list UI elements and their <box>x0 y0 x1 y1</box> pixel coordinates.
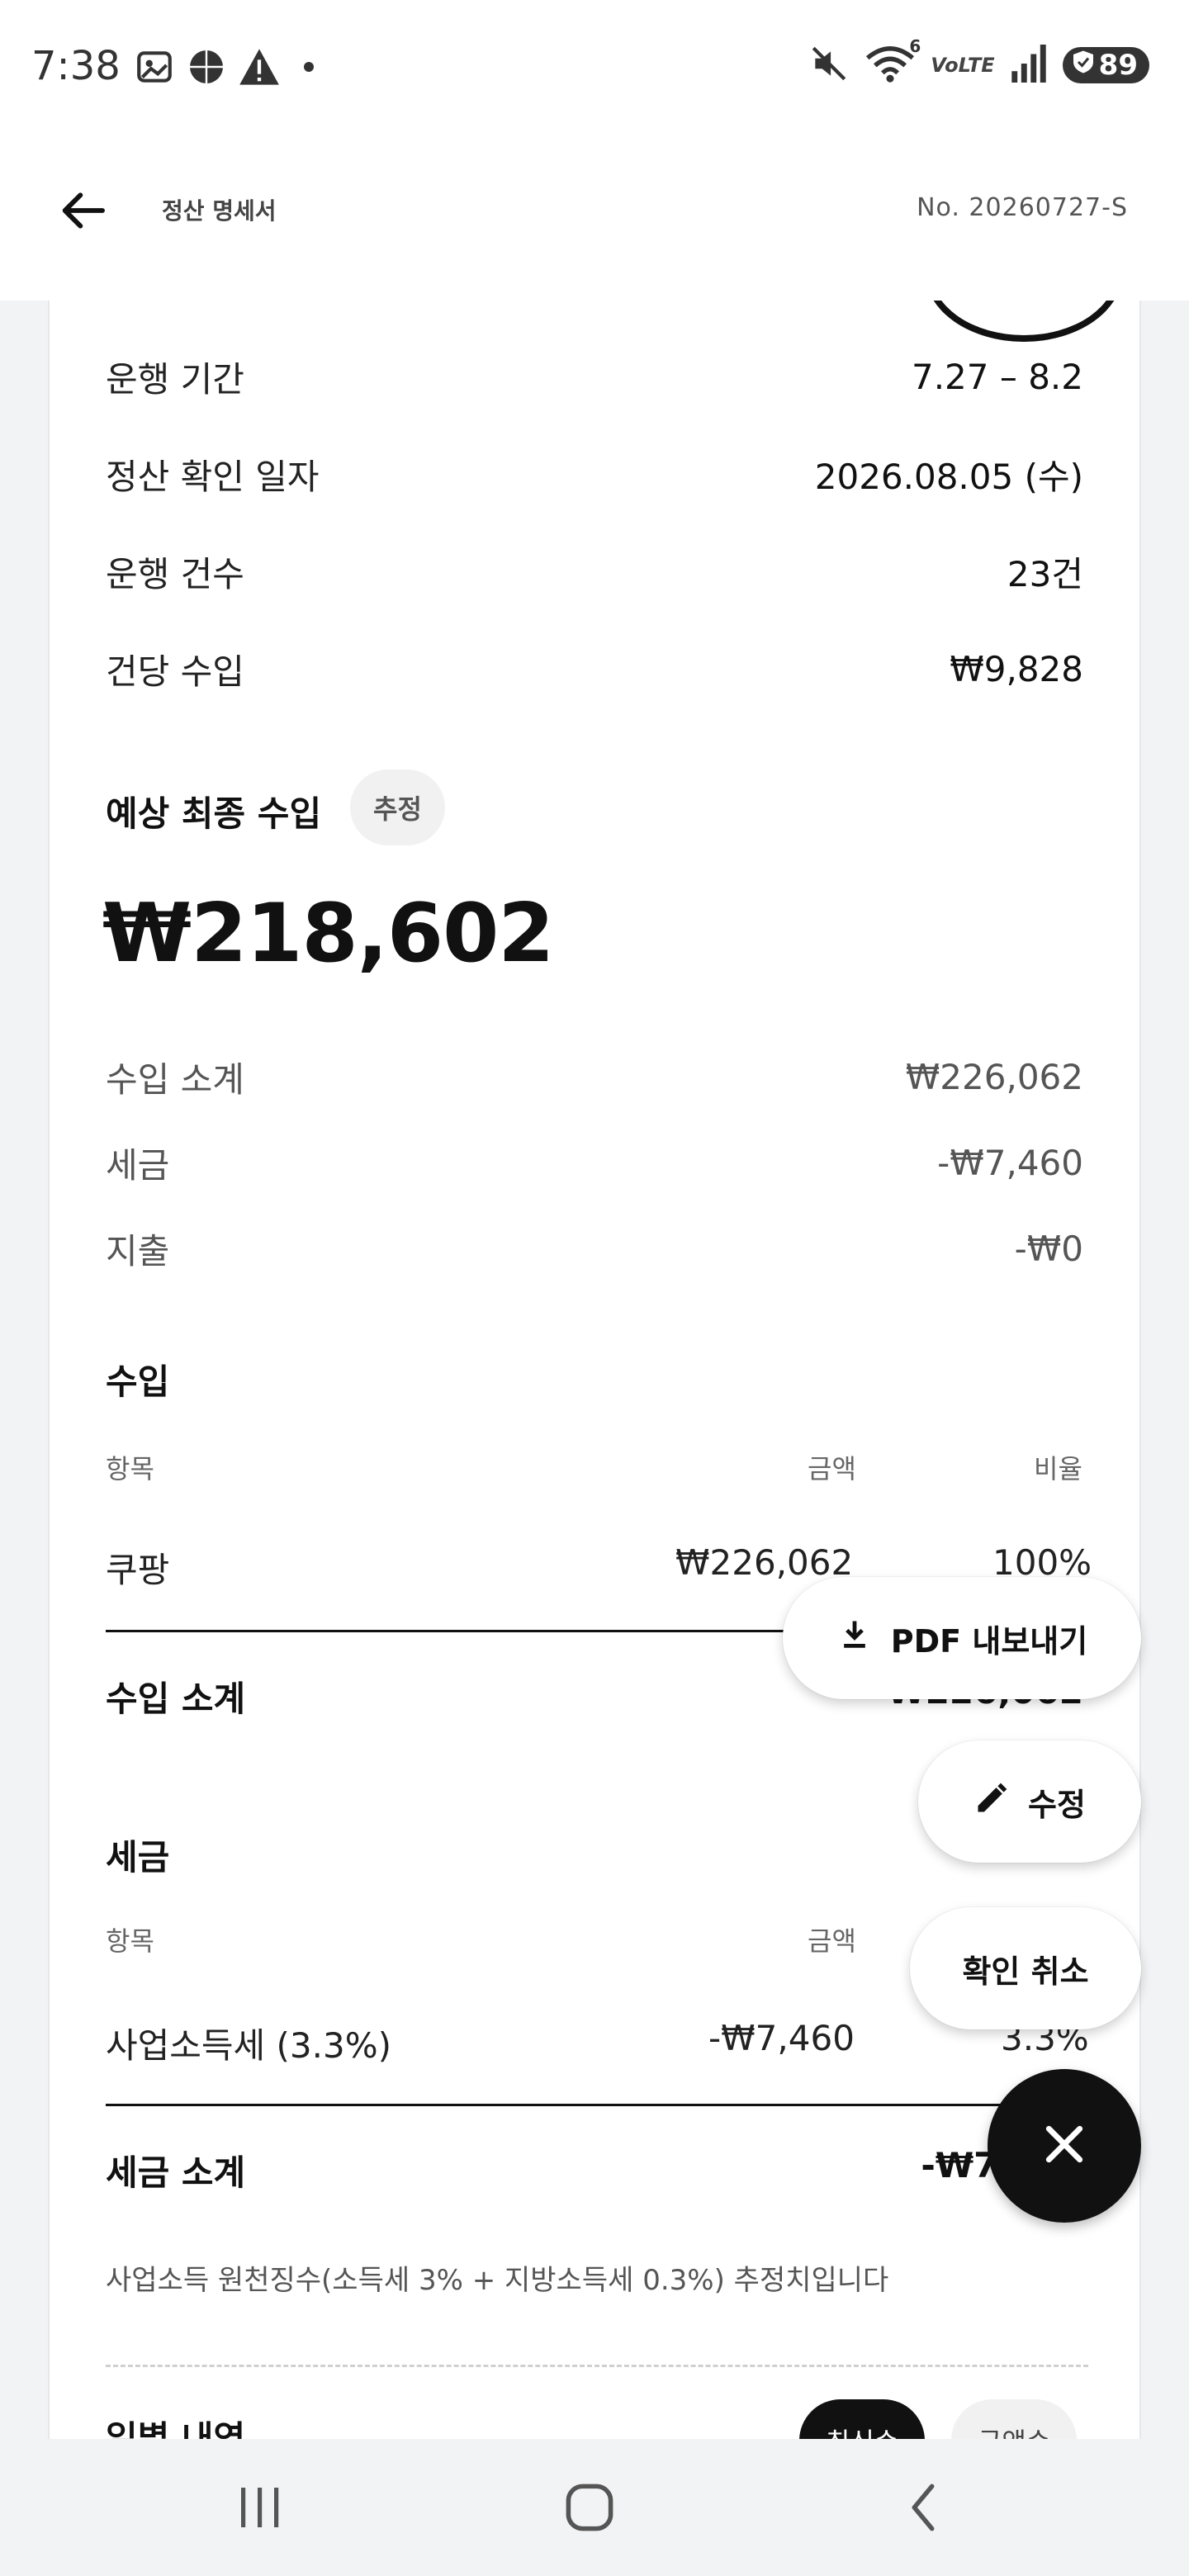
home-button[interactable] <box>557 2480 623 2538</box>
close-icon <box>1038 2118 1091 2174</box>
cancel-confirm-button[interactable]: 확인 취소 <box>910 1907 1141 2029</box>
sort-amount-chip[interactable]: 금액순 <box>951 2399 1078 2439</box>
settlement-card: 운행 기간 7.27 – 8.2 정산 확인 일자 2026.08.05 (수)… <box>48 301 1141 2439</box>
battery-indicator: 89 <box>1062 47 1149 83</box>
sort-latest-chip[interactable]: 최신순 <box>799 2399 926 2439</box>
breakdown-row-expense: 지출 -₩0 <box>106 1224 1083 1274</box>
cancel-confirm-label: 확인 취소 <box>962 1953 1089 1990</box>
tax-col-amount: 금액 <box>808 1925 856 1957</box>
status-time: 7:38 <box>31 43 121 89</box>
tax-col-item: 항목 <box>106 1925 154 1957</box>
edit-label: 수정 <box>1028 1786 1086 1823</box>
tax-amount: -₩7,460 <box>708 2018 855 2058</box>
edit-button[interactable]: 수정 <box>918 1740 1141 1863</box>
shield-icon <box>1071 49 1096 82</box>
tax-subtotal-label: 세금 소계 <box>106 2152 246 2193</box>
breakdown-value: ₩226,062 <box>905 1057 1083 1097</box>
breakdown-label: 세금 <box>106 1145 170 1186</box>
summary-row-per-trip: 건당 수입 ₩9,828 <box>106 644 1083 694</box>
expected-income-amount: ₩218,602 <box>102 887 554 981</box>
summary-value: 7.27 – 8.2 <box>911 357 1083 397</box>
summary-value: ₩9,828 <box>950 649 1083 689</box>
estimate-badge: 추정 <box>350 769 445 845</box>
summary-row-trip-count: 운행 건수 23건 <box>106 547 1083 597</box>
breakdown-row-tax: 세금 -₩7,460 <box>106 1138 1083 1188</box>
document-number: No. 20260727-S <box>917 193 1128 222</box>
nav-back-button[interactable] <box>890 2480 956 2538</box>
system-nav-bar <box>0 2439 1189 2576</box>
recent-apps-button[interactable] <box>226 2480 292 2538</box>
mute-icon <box>808 43 850 88</box>
income-item: 쿠팡 <box>106 1550 170 1590</box>
income-col-ratio: 비율 <box>1034 1453 1082 1485</box>
income-subtotal-label: 수입 소계 <box>106 1679 246 1719</box>
home-icon <box>563 2481 616 2537</box>
signal-icon <box>1010 44 1048 87</box>
warning-icon <box>238 47 281 90</box>
breakdown-label: 지출 <box>106 1231 170 1271</box>
tax-section-title: 세금 <box>106 1837 170 1878</box>
volte-label: VoLTE <box>931 54 995 77</box>
summary-value: 23건 <box>1007 554 1083 594</box>
income-col-item: 항목 <box>106 1453 154 1485</box>
pencil-icon <box>973 1780 1010 1824</box>
income-section-title: 수입 <box>106 1361 170 1402</box>
summary-label: 건당 수입 <box>106 651 244 692</box>
status-left-icons <box>134 46 325 91</box>
daily-section-title: 일별 내역 <box>106 2418 246 2439</box>
summary-value: 2026.08.05 (수) <box>814 457 1083 497</box>
summary-label: 정산 확인 일자 <box>106 457 320 497</box>
export-pdf-button[interactable]: PDF 내보내기 <box>783 1577 1141 1699</box>
recent-apps-icon <box>234 2484 284 2534</box>
basketball-icon <box>187 47 226 90</box>
status-bar: 7:38 6 VoLTE 89 <box>0 0 1189 134</box>
section-divider <box>106 2365 1088 2367</box>
income-amount: ₩226,062 <box>675 1542 854 1583</box>
breakdown-label: 수입 소계 <box>106 1059 244 1100</box>
summary-row-period: 운행 기간 7.27 – 8.2 <box>106 352 1083 402</box>
summary-label: 운행 기간 <box>106 359 244 400</box>
wifi-badge: 6 <box>909 36 921 56</box>
breakdown-value: -₩7,460 <box>937 1143 1083 1183</box>
progress-ring <box>925 301 1123 342</box>
tax-divider <box>106 2104 1088 2106</box>
battery-level: 89 <box>1098 49 1138 82</box>
arrow-left-icon <box>56 184 109 240</box>
breakdown-row-income: 수입 소계 ₩226,062 <box>106 1052 1083 1102</box>
wifi-icon: 6 <box>865 36 921 88</box>
app-header: 정산 명세서 No. 20260727-S <box>0 134 1189 301</box>
breakdown-value: -₩0 <box>1014 1229 1083 1269</box>
download-icon <box>836 1617 873 1660</box>
dot-icon <box>292 59 325 78</box>
income-col-amount: 금액 <box>808 1453 856 1485</box>
back-button[interactable] <box>50 179 116 245</box>
tax-item: 사업소득세 (3.3%) <box>106 2025 392 2066</box>
back-icon <box>905 2481 941 2537</box>
close-fab-button[interactable] <box>988 2069 1141 2223</box>
export-pdf-label: PDF 내보내기 <box>890 1622 1088 1660</box>
page-title: 정산 명세서 <box>162 197 277 225</box>
summary-label: 운행 건수 <box>106 554 244 594</box>
summary-row-confirm-date: 정산 확인 일자 2026.08.05 (수) <box>106 449 1083 500</box>
screenshot-icon <box>134 46 175 91</box>
status-right-icons: 6 VoLTE 89 <box>808 36 1149 88</box>
expected-income-title: 예상 최종 수입 <box>106 793 322 834</box>
tax-note: 사업소득 원천징수(소득세 3% + 지방소득세 0.3%) 추정치입니다 <box>106 2264 889 2297</box>
